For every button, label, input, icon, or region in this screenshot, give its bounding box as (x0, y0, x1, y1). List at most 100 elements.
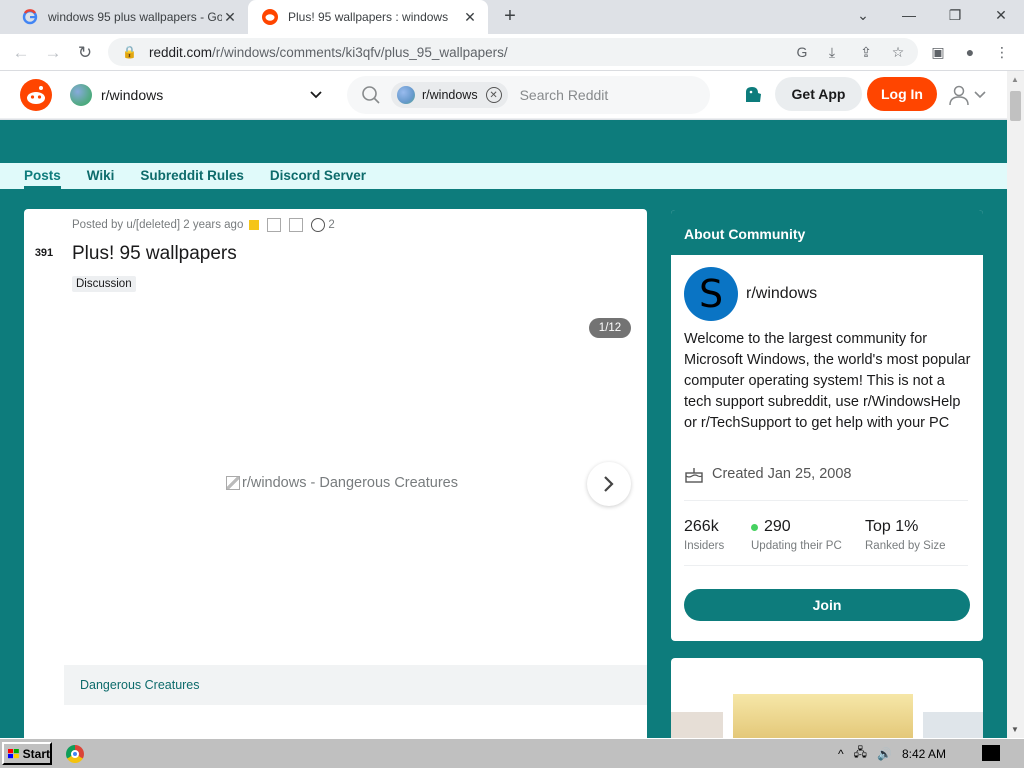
post-flair[interactable]: Discussion (72, 276, 136, 292)
created-date: Created Jan 25, 2008 (712, 466, 852, 482)
join-button[interactable]: Join (684, 589, 970, 621)
award-icon (289, 218, 304, 232)
taskbar: Start ^ 🖧 🔊 8:42 AM (0, 738, 1024, 768)
volume-icon[interactable]: 🔊 (877, 747, 892, 761)
community-icon (70, 84, 92, 106)
tab-search-icon[interactable]: ⌄ (840, 0, 886, 30)
stat-label: Ranked by Size (865, 540, 946, 552)
award-icon (311, 218, 326, 232)
promo-card[interactable] (671, 658, 983, 738)
award-icon (267, 218, 282, 232)
close-window-button[interactable]: ✕ (978, 0, 1024, 30)
stat-value: 290 (764, 518, 791, 535)
notifications-icon[interactable] (982, 745, 1000, 761)
forward-button[interactable]: → (40, 40, 66, 66)
google-lens-icon[interactable]: G (792, 42, 812, 62)
chevron-down-icon (310, 88, 322, 102)
search-bar[interactable]: r/windows ✕ Search Reddit (347, 76, 710, 114)
reload-button[interactable]: ↻ (72, 40, 98, 66)
browser-tab-google[interactable]: windows 95 plus wallpapers - Goo ✕ (8, 0, 248, 34)
search-scope-label: r/windows (422, 88, 478, 102)
about-community-heading: About Community (671, 210, 983, 255)
browser-tab-strip: windows 95 plus wallpapers - Goo ✕ Plus!… (0, 0, 1024, 34)
community-name[interactable]: r/windows (746, 285, 817, 303)
chevron-right-icon (604, 476, 614, 492)
stat-rank: Top 1% Ranked by Size (865, 518, 946, 552)
stat-members: 266k Insiders (684, 518, 724, 552)
promo-art (923, 712, 983, 738)
gallery-caption: Dangerous Creatures (64, 665, 647, 705)
menu-kebab-icon[interactable]: ⋮ (992, 42, 1012, 62)
close-tab-icon[interactable]: ✕ (222, 9, 238, 26)
tab-posts[interactable]: Posts (24, 163, 61, 189)
tab-title: Plus! 95 wallpapers : windows (288, 10, 449, 24)
post-meta: Posted by u/[deleted] 2 years ago 2 (72, 218, 335, 232)
stat-label: Insiders (684, 540, 725, 552)
search-scope-chip[interactable]: r/windows ✕ (391, 82, 508, 108)
search-input[interactable]: Search Reddit (520, 87, 609, 103)
subreddit-nav: Posts Wiki Subreddit Rules Discord Serve… (0, 163, 1007, 189)
restore-button[interactable]: ❐ (932, 0, 978, 30)
cake-icon (685, 468, 703, 483)
side-panel-icon[interactable]: ▣ (928, 42, 948, 62)
network-icon[interactable]: 🖧 (854, 743, 867, 764)
clear-scope-icon[interactable]: ✕ (485, 87, 502, 103)
scroll-down-icon[interactable]: ▼ (1011, 725, 1019, 734)
divider (684, 565, 968, 566)
advertise-snoo-icon[interactable] (742, 84, 764, 106)
gallery-counter: 1/12 (589, 318, 631, 338)
award-count: 2 (328, 219, 335, 231)
reddit-icon (262, 9, 278, 25)
search-icon (361, 85, 381, 105)
promo-doge-image (733, 694, 913, 738)
start-button[interactable]: Start (2, 742, 52, 765)
tab-subreddit-rules[interactable]: Subreddit Rules (140, 163, 244, 189)
scroll-up-icon[interactable]: ▲ (1011, 75, 1019, 84)
community-avatar[interactable]: S (684, 267, 738, 321)
browser-tab-reddit[interactable]: Plus! 95 wallpapers : windows ✕ (248, 0, 488, 34)
clock[interactable]: 8:42 AM (902, 747, 946, 761)
community-icon (397, 86, 415, 104)
community-created: Created Jan 25, 2008 (684, 465, 851, 483)
minimize-button[interactable]: — (886, 0, 932, 30)
stat-value: Top 1% (865, 518, 919, 535)
log-in-button[interactable]: Log In (867, 77, 937, 111)
tray-expand-icon[interactable]: ^ (838, 747, 844, 761)
user-menu-button[interactable] (948, 82, 990, 108)
image-alt-text: r/windows - Dangerous Creatures (242, 475, 458, 491)
tab-title: windows 95 plus wallpapers - Goo (48, 10, 222, 24)
subreddit-page: Posts Wiki Subreddit Rules Discord Serve… (0, 120, 1007, 738)
install-icon[interactable]: ⤓ (822, 42, 842, 62)
back-button[interactable]: ← (8, 40, 34, 66)
tab-discord-server[interactable]: Discord Server (270, 163, 366, 189)
system-tray: ^ 🖧 🔊 8:42 AM (838, 741, 978, 766)
promo-art (671, 712, 723, 738)
reddit-logo-icon[interactable] (20, 79, 52, 111)
lock-icon: 🔒 (122, 45, 137, 59)
new-tab-button[interactable]: + (498, 4, 522, 28)
community-selector[interactable]: r/windows (70, 81, 322, 109)
community-description: Welcome to the largest community for Mic… (684, 331, 971, 431)
get-app-button[interactable]: Get App (775, 77, 862, 111)
profile-icon[interactable]: ● (960, 42, 980, 62)
post-title[interactable]: Plus! 95 wallpapers (72, 243, 237, 265)
share-icon[interactable]: ⇪ (856, 42, 876, 62)
community-identity: S r/windows (684, 267, 817, 321)
stat-value: 266k (684, 518, 719, 535)
stat-label: Updating their PC (751, 540, 842, 552)
reddit-header: r/windows r/windows ✕ Search Reddit Get … (0, 71, 1007, 119)
close-tab-icon[interactable]: ✕ (462, 9, 478, 26)
user-icon (949, 85, 969, 106)
chrome-taskbar-icon[interactable] (66, 745, 84, 763)
url-host: reddit.com (148, 44, 212, 60)
award-icon (249, 220, 260, 230)
page-scrollbar[interactable]: ▲ ▼ (1007, 71, 1024, 738)
scrollbar-thumb[interactable] (1010, 91, 1021, 121)
posted-by: Posted by u/[deleted] 2 years ago (72, 219, 244, 231)
windows-logo-icon (8, 748, 19, 758)
tab-wiki[interactable]: Wiki (87, 163, 115, 189)
gallery-image[interactable]: r/windows - Dangerous Creatures (226, 475, 458, 491)
post-card: 391 Posted by u/[deleted] 2 years ago 2 … (24, 209, 647, 738)
gallery-next-button[interactable] (587, 462, 631, 506)
bookmark-star-icon[interactable]: ☆ (888, 42, 908, 62)
